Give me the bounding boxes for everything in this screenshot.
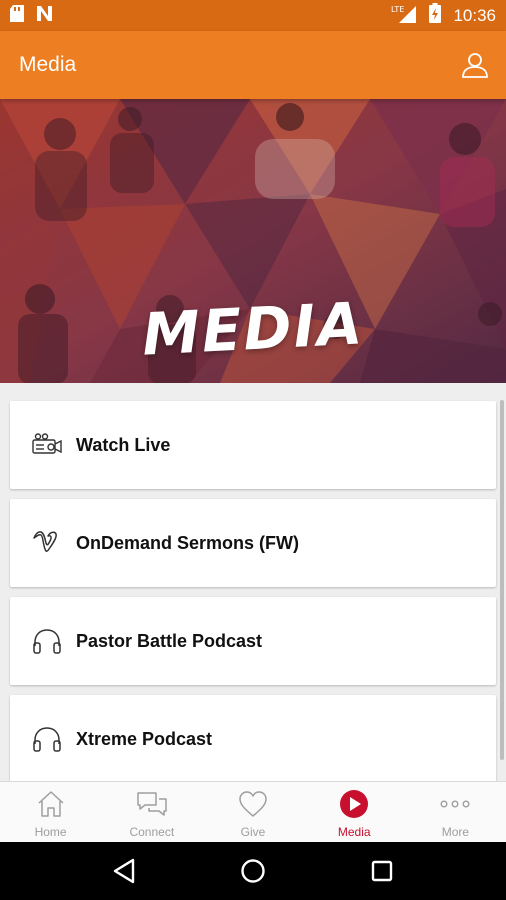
- tab-home[interactable]: Home: [0, 782, 101, 842]
- media-item-label: Pastor Battle Podcast: [76, 630, 263, 651]
- status-left: [10, 4, 54, 27]
- back-triangle-icon: [114, 858, 135, 884]
- media-item-label: OnDemand Sermons (FW): [76, 532, 300, 553]
- screen: LTE 10:36 Media MEDIA Watch Live OnDeman…: [0, 0, 506, 900]
- tab-label: More: [441, 825, 470, 839]
- profile-button[interactable]: [458, 48, 492, 82]
- nav-home-button[interactable]: [233, 851, 273, 891]
- notification-n-icon: [36, 5, 54, 27]
- user-icon: [462, 53, 488, 78]
- lte-signal-icon: LTE: [391, 4, 417, 28]
- vimeo-icon: [30, 526, 64, 560]
- tab-label: Media: [337, 825, 371, 839]
- nav-back-button[interactable]: [104, 851, 144, 891]
- media-item-label: Watch Live: [76, 434, 171, 455]
- tab-more[interactable]: More: [405, 782, 506, 842]
- nav-recents-button[interactable]: [362, 851, 402, 891]
- tab-label: Give: [240, 825, 266, 839]
- media-item-watch-live[interactable]: Watch Live: [10, 401, 496, 489]
- tab-give[interactable]: Give: [202, 782, 303, 842]
- battery-charging-icon: [429, 3, 442, 28]
- banner-title-text: MEDIA: [140, 289, 366, 369]
- status-time: 10:36: [453, 5, 496, 25]
- home-icon: [35, 788, 67, 820]
- status-right: LTE 10:36: [391, 3, 496, 28]
- status-bar: LTE 10:36: [0, 0, 506, 31]
- bottom-tab-bar: Home Connect Give Media More: [0, 781, 506, 842]
- svg-text:LTE: LTE: [391, 5, 404, 14]
- sd-card-icon: [10, 4, 24, 27]
- headphones-icon: [30, 624, 64, 658]
- media-item-xtreme-podcast[interactable]: Xtreme Podcast: [10, 695, 496, 781]
- media-item-label: Xtreme Podcast: [76, 728, 213, 749]
- media-banner: MEDIA: [0, 99, 506, 383]
- media-item-ondemand-sermons[interactable]: OnDemand Sermons (FW): [10, 499, 496, 587]
- play-circle-icon: [338, 788, 370, 820]
- banner-title: MEDIA: [0, 289, 506, 369]
- more-dots-icon: [439, 788, 471, 820]
- recents-square-icon: [371, 860, 392, 882]
- list-scrollbar[interactable]: [500, 400, 504, 760]
- video-camera-icon: [30, 428, 64, 462]
- headphones-icon: [30, 722, 64, 756]
- heart-icon: [237, 788, 269, 820]
- tab-connect[interactable]: Connect: [101, 782, 202, 842]
- app-bar: Media: [0, 31, 506, 99]
- tab-label: Connect: [129, 825, 175, 839]
- system-nav-bar: [0, 842, 506, 900]
- page-title: Media: [19, 53, 77, 76]
- media-list: Watch Live OnDemand Sermons (FW) Pastor …: [0, 383, 506, 781]
- tab-media[interactable]: Media: [304, 782, 405, 842]
- chat-bubbles-icon: [136, 788, 168, 820]
- tab-label: Home: [34, 825, 67, 839]
- media-item-pastor-battle-podcast[interactable]: Pastor Battle Podcast: [10, 597, 496, 685]
- home-circle-icon: [241, 859, 265, 883]
